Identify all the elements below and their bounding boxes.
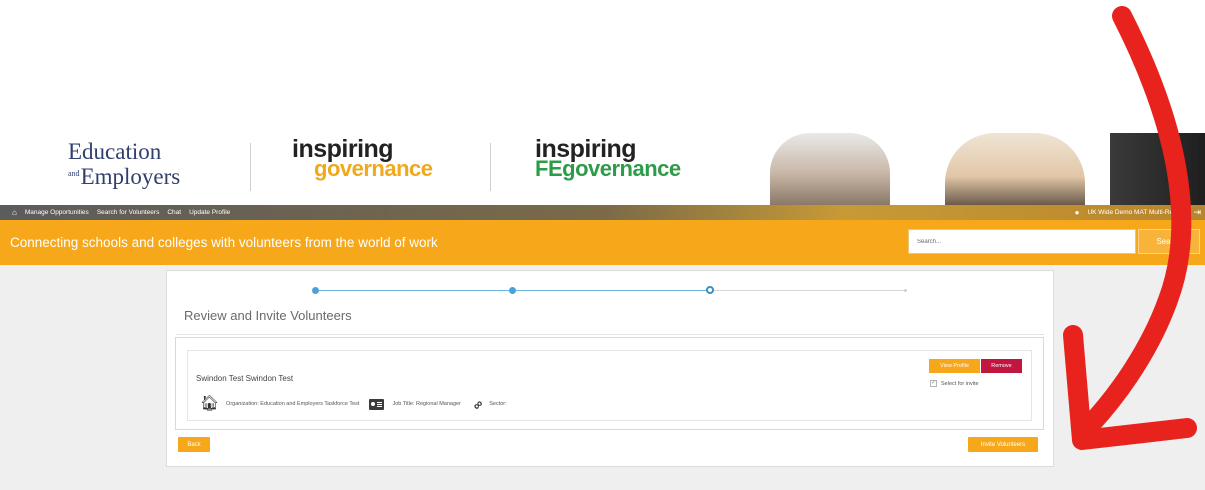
search-box [908,229,1136,254]
title-divider [176,334,1044,335]
page-title: Review and Invite Volunteers [184,308,352,323]
select-for-invite-label: Select for invite [941,380,979,387]
page: Education andEmployers inspiring governa… [0,0,1205,490]
home-icon: 🏠︎ [200,395,220,412]
step-2-dot[interactable] [509,287,516,294]
volunteer-organization: Organization: Education and Employers Ta… [226,401,360,407]
step-connector [710,290,905,291]
nav-update-profile[interactable]: Update Profile [189,207,230,218]
inspiring-governance-logo[interactable]: inspiring governance [292,137,433,180]
remove-button[interactable]: Remove [981,359,1022,373]
site-tagline: Connecting schools and colleges with vol… [10,235,438,250]
banner-photo-man [770,133,890,205]
logo-line-1: Education [68,139,162,164]
logout-icon[interactable]: ⇥ [1193,207,1201,218]
user-icon: ● [1074,208,1080,217]
volunteer-meta: 🏠︎ Organization: Education and Employers… [200,395,507,413]
banner-photo-woman [945,133,1085,205]
select-for-invite[interactable]: Select for invite [930,379,979,387]
search-button[interactable]: Search [1138,229,1200,254]
select-for-invite-checkbox[interactable] [930,379,937,387]
volunteer-job-title: Job Title: Regional Manager [392,401,461,407]
inspiring-fe-governance-logo[interactable]: inspiring FEgovernance [535,137,681,180]
nav-user-area: ● UK Wide Demo MAT Multi-Recruit ⇥ [1075,207,1205,218]
step-3-dot[interactable] [706,286,714,294]
logo-line-2: Employers [80,164,181,189]
back-button[interactable]: Back [178,437,210,452]
search-input[interactable] [909,230,1135,254]
view-profile-button[interactable]: View Profile [929,359,980,373]
nav-chat[interactable]: Chat [167,207,181,218]
home-icon[interactable]: ⌂ [12,207,17,218]
nav-items: ⌂ Manage Opportunities Search for Volunt… [12,207,230,218]
nav-manage-opportunities[interactable]: Manage Opportunities [25,207,89,218]
logo-divider [250,143,251,191]
step-4-dot [904,289,907,292]
header-banner: Education andEmployers inspiring governa… [0,133,1205,205]
logo-divider [490,143,491,191]
volunteer-name: Swindon Test Swindon Test [196,374,294,383]
wizard-stepper [312,286,907,295]
step-1-dot[interactable] [312,287,319,294]
banner-photo-dark [1110,133,1205,205]
invite-volunteers-button[interactable]: Invite Volunteers [968,437,1038,452]
tagline-bar: Connecting schools and colleges with vol… [0,220,1205,265]
link-icon: ∞ [468,395,487,413]
step-connector [316,290,512,291]
logo-and: and [68,169,80,178]
nav-user-label[interactable]: UK Wide Demo MAT Multi-Recruit [1087,207,1185,218]
top-nav: ⌂ Manage Opportunities Search for Volunt… [0,205,1205,220]
volunteer-sector: Sector: [489,401,507,407]
id-badge-icon [369,398,385,410]
nav-search-volunteers[interactable]: Search for Volunteers [97,207,160,218]
step-connector [512,290,708,291]
education-employers-logo[interactable]: Education andEmployers [68,139,181,189]
